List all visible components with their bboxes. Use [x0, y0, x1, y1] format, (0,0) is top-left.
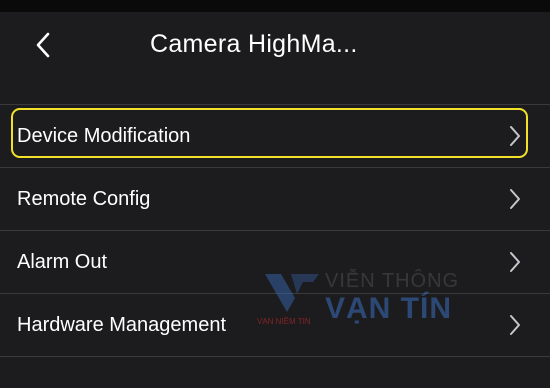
chevron-left-icon: [36, 32, 50, 58]
page-title: Camera HighMa...: [150, 30, 358, 58]
chevron-right-icon: [510, 252, 520, 272]
menu-item-device-modification[interactable]: Device Modification: [0, 104, 550, 168]
menu-item-hardware-management[interactable]: Hardware Management: [0, 294, 550, 357]
top-bar: Camera HighMa...: [0, 12, 550, 78]
back-button[interactable]: [26, 26, 60, 64]
menu-item-label: Alarm Out: [17, 251, 108, 273]
chevron-right-icon: [510, 315, 520, 335]
menu-item-label: Device Modification: [17, 125, 191, 147]
chevron-right-icon: [510, 189, 520, 209]
chevron-right-icon: [510, 126, 520, 146]
menu-item-remote-config[interactable]: Remote Config: [0, 168, 550, 231]
settings-menu: Device Modification Remote Config Alarm …: [0, 104, 550, 357]
status-bar: [0, 0, 550, 12]
menu-item-alarm-out[interactable]: Alarm Out: [0, 231, 550, 294]
menu-item-label: Remote Config: [17, 188, 151, 210]
menu-item-label: Hardware Management: [17, 314, 226, 336]
